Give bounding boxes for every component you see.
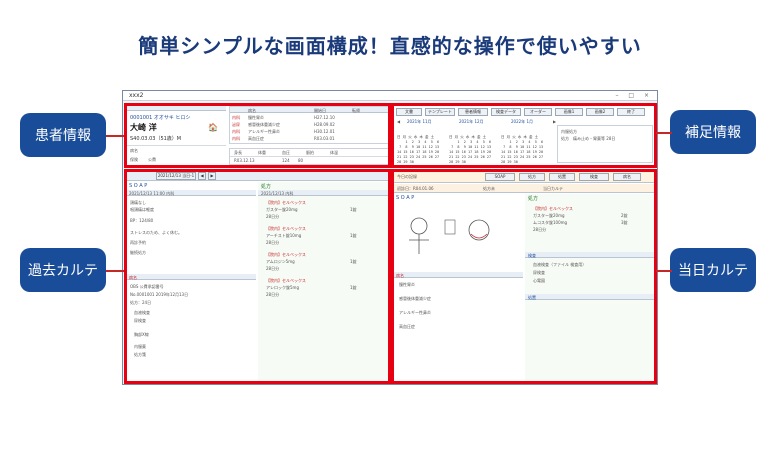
window-title: xxx2: [129, 92, 144, 99]
highlight-past-chart: [124, 169, 391, 384]
page-headline: 簡単シンプルな画面構成！直感的な操作で使いやすい: [138, 34, 642, 58]
connector-past: [106, 270, 124, 272]
highlight-supplementary: [391, 103, 657, 168]
window-titlebar: xxx2 – □ ×: [123, 91, 657, 101]
highlight-patient-info: [124, 103, 391, 168]
label-today-chart: 当日カルテ: [670, 248, 756, 292]
window-controls[interactable]: – □ ×: [615, 91, 653, 101]
label-patient-info: 患者情報: [20, 113, 106, 157]
connector-supp: [656, 132, 672, 134]
connector-today: [656, 270, 672, 272]
highlight-today-chart: [391, 169, 657, 384]
app-window: xxx2 – □ × 0001001 オオサキ ヒロシ 大崎 洋 S40.03.…: [122, 90, 658, 385]
label-supplementary-info: 補足情報: [670, 110, 756, 154]
connector-patient: [106, 135, 124, 137]
label-past-chart: 過去カルテ: [20, 248, 106, 292]
